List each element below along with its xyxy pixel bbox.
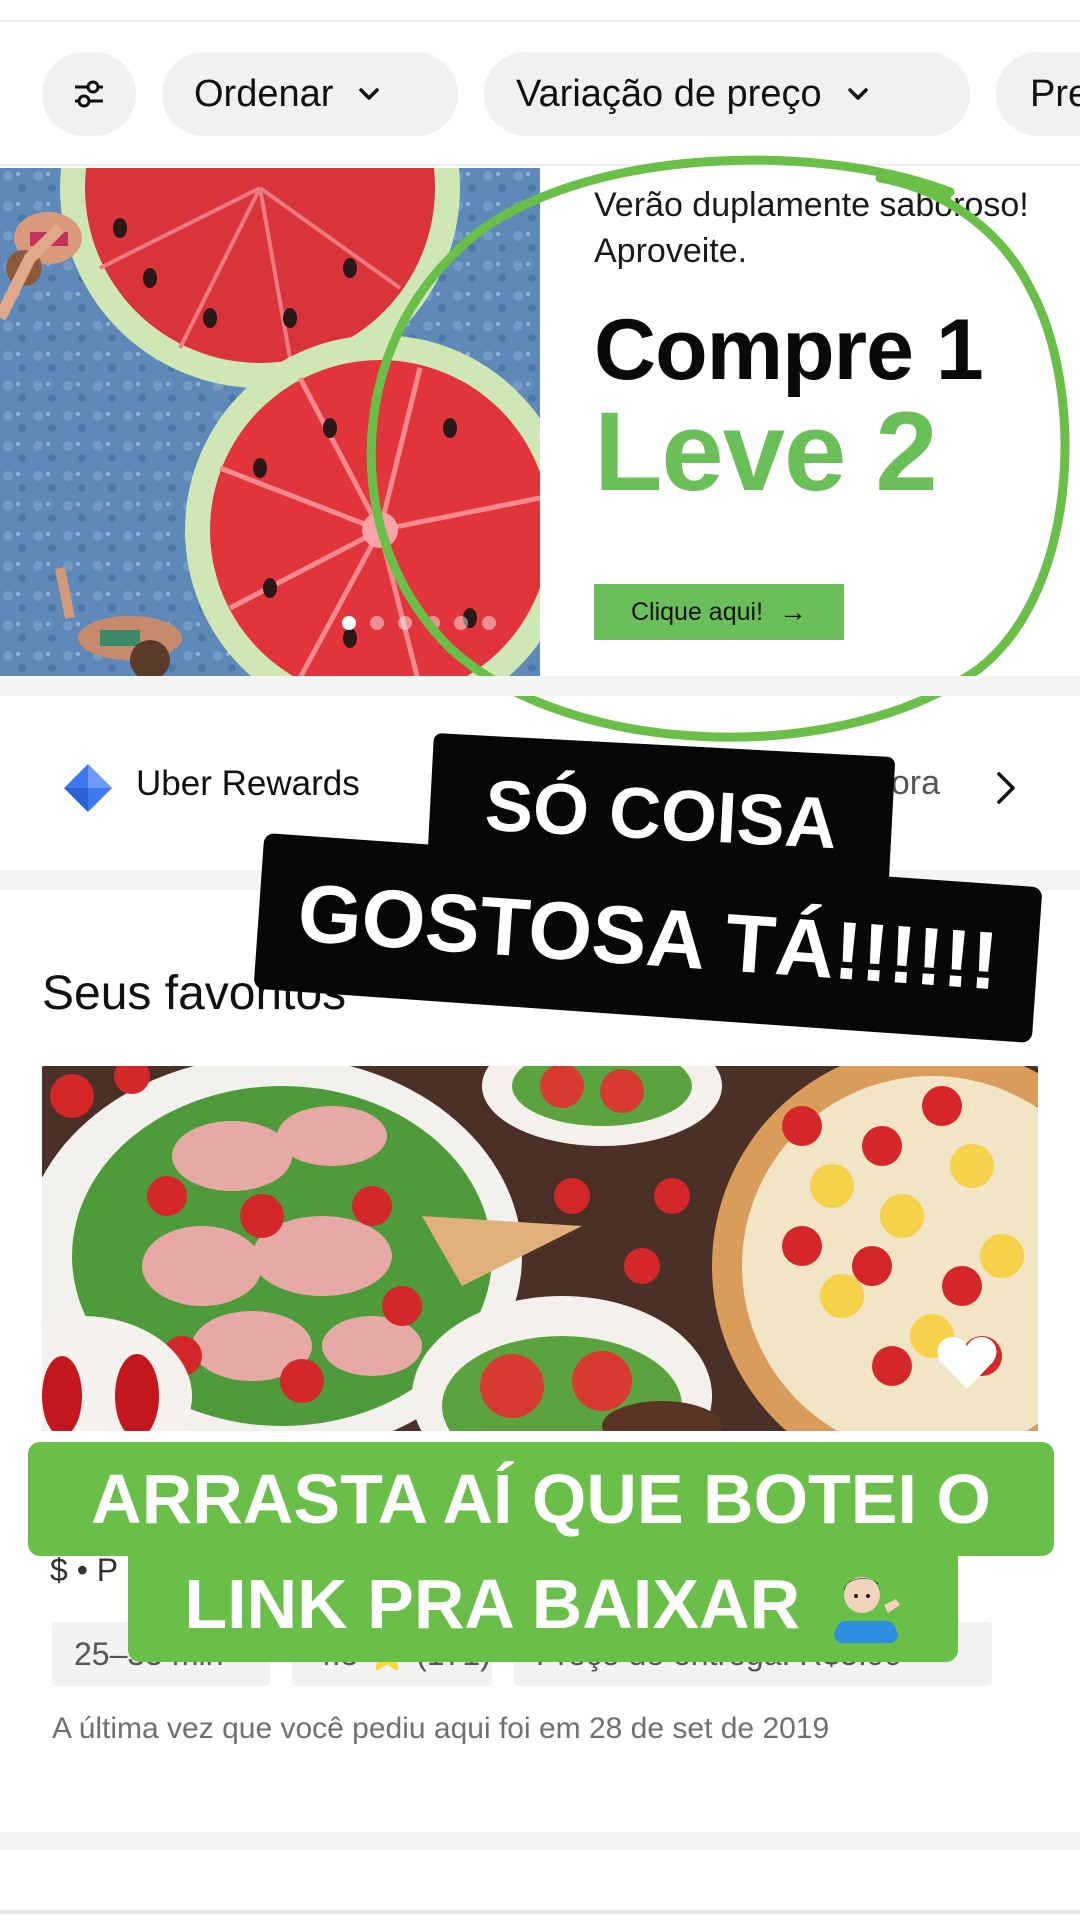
sort-dropdown[interactable]: Ordenar (162, 52, 458, 136)
filter-bar: Ordenar Variação de preço Pre (0, 52, 1080, 136)
more-filters-label: Pre (1030, 72, 1080, 115)
top-divider (0, 20, 1080, 22)
carousel-dot[interactable] (398, 616, 412, 630)
price-range-dropdown[interactable]: Variação de preço (484, 52, 970, 136)
chevron-right-icon (997, 772, 1015, 804)
section-divider (0, 676, 1080, 696)
sticker-green-line-2-text: LINK PRA BAIXAR (184, 1565, 801, 1643)
diamond-icon (64, 764, 112, 812)
bottom-divider (0, 1910, 1080, 1914)
promo-subtitle: Verão duplamente saboroso! Aproveite. (594, 186, 1029, 270)
promo-cta-button[interactable]: Clique aqui! → (594, 584, 844, 640)
sort-label: Ordenar (194, 72, 334, 115)
carousel-dots (342, 616, 496, 630)
sticker-green-line-2: LINK PRA BAIXAR (128, 1546, 958, 1662)
story-screen: Ordenar Variação de preço Pre Verão dupl… (0, 0, 1080, 1920)
last-order-text: A última vez que você pediu aqui foi em … (52, 1712, 830, 1745)
promo-title: Compre 1 (594, 302, 984, 398)
banner-copy: Verão duplamente saboroso! Aproveite. Co… (594, 182, 1064, 508)
arrow-right-icon: → (779, 596, 808, 627)
chevron-down-icon (847, 88, 868, 100)
heart-icon[interactable] (936, 1335, 998, 1391)
filter-button[interactable] (42, 52, 136, 136)
promo-banner[interactable]: Verão duplamente saboroso! Aproveite. Co… (0, 168, 1080, 676)
carousel-dot[interactable] (370, 616, 384, 630)
rewards-label: Uber Rewards (136, 764, 360, 803)
restaurant-card-image[interactable] (42, 1066, 1038, 1431)
carousel-dot[interactable] (482, 616, 496, 630)
carousel-dot[interactable] (454, 616, 468, 630)
chevron-down-icon (359, 88, 380, 100)
promo-highlight: Leve 2 (594, 389, 938, 514)
carousel-dot-active[interactable] (342, 616, 356, 630)
sliders-icon (75, 80, 103, 108)
carousel-dot[interactable] (426, 616, 440, 630)
person-tipping-hand-emoji-icon (833, 1576, 900, 1643)
section-divider (0, 1832, 1080, 1850)
price-range-label: Variação de preço (516, 72, 822, 115)
header-divider (0, 164, 1080, 166)
sticker-green-line-1: ARRASTA AÍ QUE BOTEI O (28, 1442, 1054, 1556)
more-filters-chip[interactable]: Pre (996, 52, 1080, 136)
promo-cta-label: Clique aqui! (630, 597, 764, 626)
restaurant-price-tier: $ • P (50, 1552, 119, 1588)
banner-photo (0, 168, 540, 676)
